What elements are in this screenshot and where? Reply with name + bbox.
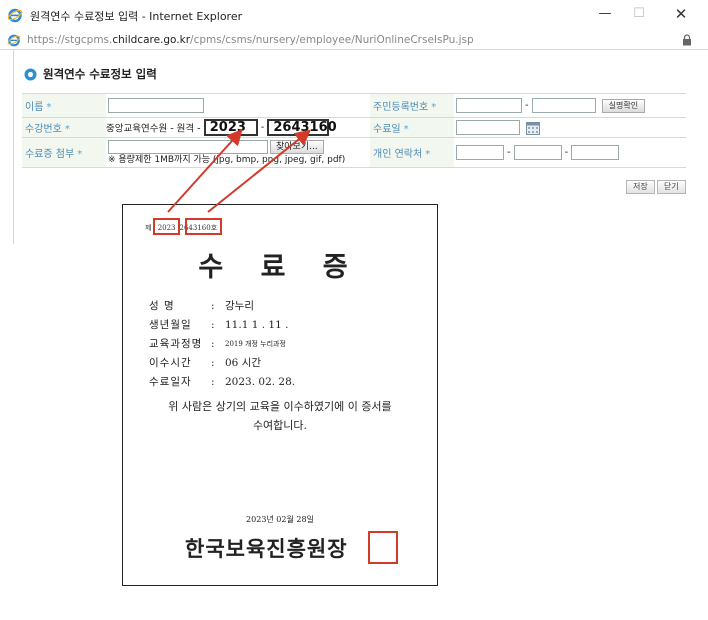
highlight-box-seal bbox=[368, 531, 398, 564]
course-no-label: 수강번호 * bbox=[22, 117, 106, 138]
highlight-box-year bbox=[153, 218, 180, 235]
section-bullet-icon bbox=[24, 68, 37, 80]
certificate-fields: 성 명: 강누리 생년월일:11.1 1 . 11 . 교육과정명:2019 개정… bbox=[149, 297, 295, 392]
close-window-button[interactable]: ✕ bbox=[668, 4, 694, 24]
save-button[interactable]: 저장 bbox=[626, 180, 655, 194]
maximize-button[interactable]: ☐ bbox=[626, 4, 652, 24]
phone-input-2[interactable] bbox=[513, 145, 562, 160]
attach-label: 수료증 첨부 * bbox=[22, 137, 106, 168]
frame-border bbox=[13, 50, 14, 244]
complete-date-label: 수료일 * bbox=[370, 117, 454, 138]
course-dash: - bbox=[260, 122, 265, 133]
cert-field-birth: 생년월일:11.1 1 . 11 . bbox=[149, 319, 289, 331]
file-size-note: ※ 용량제한 1MB까지 가능 (jpg, bmp, png, jpeg, gi… bbox=[108, 154, 346, 165]
url-path: /cpms/csms/nursery/employee/NuriOnlineCr… bbox=[190, 34, 474, 46]
rrn-label: 주민등록번호 * bbox=[370, 93, 454, 118]
cert-field-name: 성 명: 강누리 bbox=[149, 300, 254, 312]
cert-field-date: 수료일자:2023. 02. 28. bbox=[149, 376, 296, 388]
rrn-front-input[interactable] bbox=[456, 98, 522, 113]
course-number-input[interactable]: 2643160 bbox=[267, 119, 337, 136]
close-button[interactable]: 닫기 bbox=[657, 180, 686, 194]
certificate-image: 제 2023 2643160호 수 료 증 성 명: 강누리 생년월일:11.1 1… bbox=[122, 204, 438, 586]
completion-form: 이름 * 주민등록번호 * - 실명확인 수강번호 * 중앙교육연수원 - 원격 - 2… bbox=[22, 93, 686, 168]
highlight-box-number bbox=[185, 218, 222, 235]
phone-dash-1: - bbox=[507, 147, 511, 158]
form-row-attach: 수료증 첨부 * 찾아보기... ※ 용량제한 1MB까지 가능 (jpg, bm… bbox=[22, 137, 686, 168]
certificate-number: 제 2023 2643160호 bbox=[145, 218, 222, 235]
phone-input-1[interactable] bbox=[456, 145, 504, 160]
window-title-bar: 원격연수 수료정보 입력 - Internet Explorer — ☐ ✕ bbox=[0, 0, 708, 30]
phone-input-3[interactable] bbox=[571, 145, 620, 160]
url-text: https://stgcpms.childcare.go.kr/cpms/csm… bbox=[27, 34, 474, 46]
name-label: 이름 * bbox=[22, 93, 106, 118]
course-year-input[interactable]: 2023 bbox=[203, 119, 258, 136]
certificate-body: 위 사람은 상기의 교육을 이수하였기에 이 증서를 수여합니다. bbox=[168, 400, 392, 432]
url-host: childcare.go.kr bbox=[112, 34, 191, 46]
phone-label: 개인 연락처 * bbox=[370, 137, 454, 168]
browse-file-button[interactable]: 찾아보기... bbox=[270, 139, 324, 154]
name-input[interactable] bbox=[108, 98, 204, 113]
certificate-issue-date: 2023년 02월 28일 bbox=[246, 515, 314, 524]
page-icon bbox=[7, 34, 21, 47]
form-row-course: 수강번호 * 중앙교육연수원 - 원격 - 2023-2643160 수료일 * bbox=[22, 117, 686, 138]
cert-field-hours: 이수시간:06 시간 bbox=[149, 357, 262, 369]
section-header: 원격연수 수료정보 입력 bbox=[24, 66, 157, 82]
rrn-back-input[interactable] bbox=[531, 98, 596, 113]
address-bar[interactable]: https://stgcpms.childcare.go.kr/cpms/csm… bbox=[0, 30, 708, 50]
phone-dash-2: - bbox=[564, 147, 569, 158]
form-row-name: 이름 * 주민등록번호 * - 실명확인 bbox=[22, 93, 686, 118]
section-title: 원격연수 수료정보 입력 bbox=[43, 67, 157, 81]
complete-date-input[interactable] bbox=[456, 120, 520, 135]
lock-icon bbox=[683, 34, 691, 46]
internet-explorer-icon bbox=[7, 8, 23, 23]
verify-name-button[interactable]: 실명확인 bbox=[601, 98, 646, 113]
minimize-button[interactable]: — bbox=[592, 4, 618, 24]
cert-field-course: 교육과정명:2019 개정 누리과정 bbox=[149, 338, 286, 350]
rrn-dash: - bbox=[525, 100, 529, 111]
certificate-title: 수 료 증 bbox=[198, 252, 362, 283]
certificate-issuer: 한국보육진흥원장 bbox=[185, 533, 355, 564]
window-title: 원격연수 수료정보 입력 - Internet Explorer bbox=[30, 10, 243, 23]
official-seal: 장 bbox=[325, 533, 355, 564]
url-prefix: https://stgcpms. bbox=[27, 34, 113, 46]
file-path-input[interactable] bbox=[108, 139, 268, 154]
course-prefix: 중앙교육연수원 - 원격 - bbox=[106, 123, 201, 135]
calendar-icon[interactable] bbox=[526, 121, 541, 135]
